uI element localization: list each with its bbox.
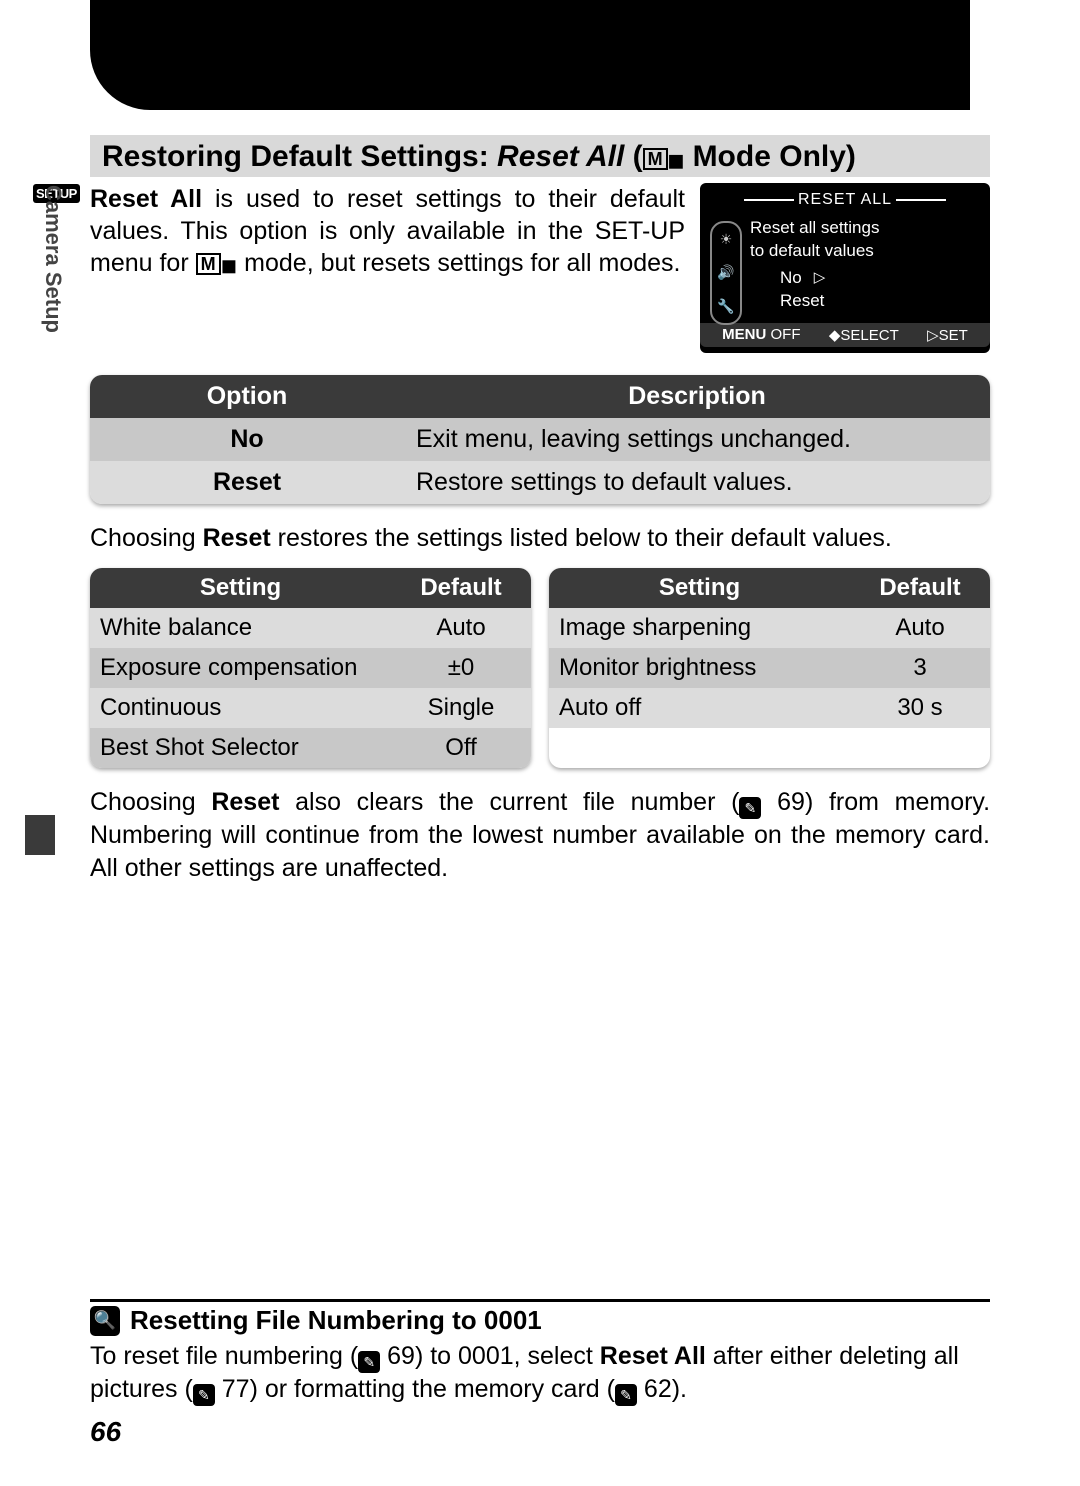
table-row: Reset Restore settings to default values… — [90, 461, 990, 504]
default-cell: 3 — [850, 648, 990, 688]
n-a: To reset file numbering ( — [90, 1342, 358, 1370]
intro-paragraph: Reset All is used to reset settings to t… — [90, 183, 685, 353]
intro-bold: Reset All — [90, 185, 202, 213]
ss-foot-menu: MENU — [722, 326, 766, 343]
table-row: Monitor brightness3 — [549, 648, 990, 688]
setting-cell: Exposure compensation — [90, 648, 391, 688]
th-description: Description — [404, 375, 990, 418]
ss-footer: MENU OFF ◆SELECT ▷SET — [700, 323, 990, 347]
ss-foot-off: OFF — [771, 326, 801, 343]
p2b: Reset — [211, 788, 279, 816]
heading-prefix: Restoring Default Settings: — [102, 140, 497, 173]
setting-cell: Auto off — [549, 688, 850, 728]
intro-t2: mode, but resets settings for all modes. — [237, 249, 680, 277]
table-row: Exposure compensation±0 — [90, 648, 531, 688]
ss-options: No ▷ Reset — [700, 263, 990, 323]
n-d: ) or formatting the memory card ( — [250, 1375, 615, 1403]
default-cell: 30 s — [850, 688, 990, 728]
option-table: Option Description No Exit menu, leaving… — [90, 375, 990, 504]
heading-italic: Reset All — [497, 140, 624, 173]
ss-opt-reset: Reset — [780, 290, 972, 313]
side-tab — [25, 815, 55, 855]
ref-icon: ✎ — [358, 1351, 380, 1373]
heading-suffix-a: ( — [624, 140, 642, 173]
heading-suffix-b: Mode Only) — [684, 140, 856, 173]
section-heading: Restoring Default Settings: Reset All (M… — [90, 135, 990, 177]
n-b: ) to 0001, select — [415, 1342, 600, 1370]
ss-title-text: RESET ALL — [798, 191, 892, 208]
camera-icon: ◼ — [668, 150, 685, 172]
default-cell: Auto — [391, 608, 531, 648]
sound-icon: 🔊 — [717, 264, 734, 281]
setting-cell: White balance — [90, 608, 391, 648]
opt-cell: Reset — [90, 461, 404, 504]
brightness-icon: ☀ — [720, 231, 733, 248]
magnifier-icon: 🔍 — [90, 1306, 120, 1336]
vertical-section-label: Camera Setup — [40, 185, 66, 333]
desc-cell: Exit menu, leaving settings unchanged. — [404, 418, 990, 461]
table-row: Auto off30 s — [549, 688, 990, 728]
n-bold: Reset All — [600, 1342, 706, 1370]
ss-foot-set: SET — [939, 327, 968, 344]
setting-cell: Best Shot Selector — [90, 728, 391, 768]
p2ref1: 69 — [777, 788, 805, 816]
page-number: 66 — [90, 1416, 121, 1448]
ss-opt-no: No — [780, 267, 802, 290]
note-body: To reset file numbering (✎ 69) to 0001, … — [90, 1340, 990, 1406]
ref-icon: ✎ — [739, 797, 761, 819]
p1c: restores the settings listed below to th… — [271, 524, 892, 552]
setting-cell: Continuous — [90, 688, 391, 728]
default-cell: Off — [391, 728, 531, 768]
mode-m-icon: M — [643, 148, 668, 170]
ref-icon: ✎ — [615, 1384, 637, 1406]
note-title: Resetting File Numbering to 0001 — [130, 1305, 542, 1336]
table-row: Best Shot SelectorOff — [90, 728, 531, 768]
para-reset-clears: Choosing Reset also clears the current f… — [90, 786, 990, 884]
table-row: ContinuousSingle — [90, 688, 531, 728]
opt-cell: No — [90, 418, 404, 461]
camera-screenshot: ☀ 🔊 🔧 RESET ALL Reset all settings to de… — [700, 183, 990, 353]
n-e: ). — [672, 1375, 687, 1403]
p2a: Choosing — [90, 788, 211, 816]
ss-line1: Reset all settings — [750, 217, 972, 240]
note-heading: 🔍 Resetting File Numbering to 0001 — [90, 1299, 990, 1336]
n-ref2: 77 — [222, 1375, 250, 1403]
para-reset-restores: Choosing Reset restores the settings lis… — [90, 522, 990, 555]
default-cell: Single — [391, 688, 531, 728]
n-ref1: 69 — [387, 1342, 415, 1370]
th-default: Default — [391, 568, 531, 608]
ss-line2: to default values — [750, 240, 972, 263]
ref-icon: ✎ — [193, 1384, 215, 1406]
default-cell: ±0 — [391, 648, 531, 688]
defaults-table-left: Setting Default White balanceAuto Exposu… — [90, 568, 531, 768]
p1b: Reset — [203, 524, 271, 552]
table-row: No Exit menu, leaving settings unchanged… — [90, 418, 990, 461]
table-row: Image sharpeningAuto — [549, 608, 990, 648]
n-ref3: 62 — [644, 1375, 672, 1403]
table-row: White balanceAuto — [90, 608, 531, 648]
p2c: also clears the current file number ( — [279, 788, 739, 816]
th-option: Option — [90, 375, 404, 418]
triangle-right-icon: ▷ — [814, 268, 826, 288]
p1a: Choosing — [90, 524, 203, 552]
mode-m-icon: M — [196, 253, 221, 275]
ss-title: RESET ALL — [700, 191, 990, 209]
updown-icon: ◆ — [829, 327, 841, 344]
defaults-table-right: Setting Default Image sharpeningAuto Mon… — [549, 568, 990, 768]
setting-cell: Image sharpening — [549, 608, 850, 648]
desc-cell: Restore settings to default values. — [404, 461, 990, 504]
note-block: 🔍 Resetting File Numbering to 0001 To re… — [90, 1299, 990, 1406]
setting-cell: Monitor brightness — [549, 648, 850, 688]
wrench-icon: 🔧 — [717, 298, 734, 315]
triangle-right-icon: ▷ — [927, 327, 939, 344]
camera-icon: ◼ — [221, 255, 238, 277]
th-setting: Setting — [90, 568, 391, 608]
th-setting: Setting — [549, 568, 850, 608]
ss-foot-select: SELECT — [840, 327, 898, 344]
th-default: Default — [850, 568, 990, 608]
ss-icon-column: ☀ 🔊 🔧 — [710, 221, 742, 325]
default-cell: Auto — [850, 608, 990, 648]
ss-body: Reset all settings to default values — [700, 217, 990, 263]
